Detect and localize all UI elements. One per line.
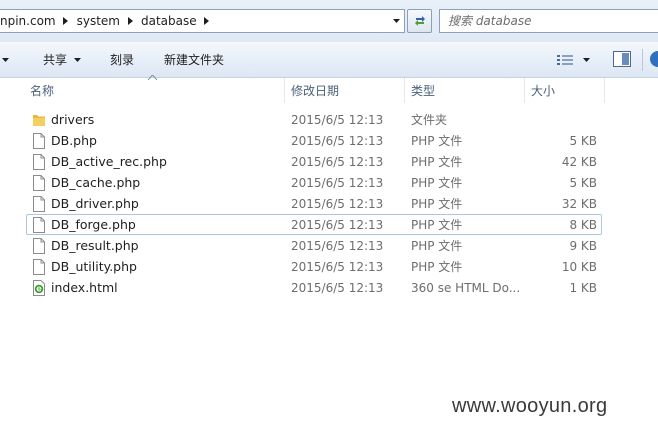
- new-folder-label: 新建文件夹: [164, 53, 225, 67]
- file-row-db-result[interactable]: DB_result.php 2015/6/5 12:13 PHP 文件 9 KB: [26, 235, 602, 256]
- file-size: 32 KB: [561, 196, 597, 211]
- watermark-text: www.wooyun.org: [452, 395, 608, 417]
- command-toolbar: 共享 刻录 新建文件夹: [0, 42, 658, 78]
- chevron-right-icon[interactable]: [123, 10, 137, 32]
- file-icon: [33, 133, 45, 149]
- breadcrumb-npin[interactable]: npin.com: [0, 10, 73, 32]
- column-header-date[interactable]: 修改日期: [291, 78, 339, 103]
- folder-icon: [33, 115, 45, 126]
- file-date: 2015/6/5 12:13: [291, 133, 384, 148]
- file-date: 2015/6/5 12:13: [291, 154, 384, 169]
- file-row-db[interactable]: DB.php 2015/6/5 12:13 PHP 文件 5 KB: [26, 130, 602, 151]
- file-type: 360 se HTML Do...: [411, 280, 521, 295]
- chevron-right-icon[interactable]: [200, 10, 214, 32]
- file-name: drivers: [51, 112, 95, 127]
- column-header-size[interactable]: 大小: [531, 78, 555, 103]
- sort-ascending-icon: [148, 75, 157, 80]
- file-icon: [33, 238, 45, 254]
- file-size: 42 KB: [561, 154, 597, 169]
- address-bar[interactable]: npin.com system database: [0, 9, 405, 33]
- file-date: 2015/6/5 12:13: [291, 238, 384, 253]
- file-row-index-html[interactable]: index.html 2015/6/5 12:13 360 se HTML Do…: [26, 277, 602, 298]
- file-date: 2015/6/5 12:13: [291, 280, 384, 295]
- column-header-name[interactable]: 名称: [30, 78, 54, 103]
- file-name: DB_forge.php: [51, 217, 136, 232]
- file-size: 9 KB: [569, 238, 597, 253]
- file-type: 文件夹: [411, 113, 448, 127]
- refresh-button[interactable]: [407, 9, 432, 33]
- column-divider[interactable]: [604, 78, 605, 103]
- file-icon: [33, 259, 45, 275]
- file-date: 2015/6/5 12:13: [291, 196, 384, 211]
- file-name: DB_active_rec.php: [51, 154, 167, 169]
- breadcrumb-label[interactable]: database: [137, 14, 200, 28]
- file-type: PHP 文件: [411, 239, 463, 253]
- file-date: 2015/6/5 12:13: [291, 217, 384, 232]
- file-icon: [33, 154, 45, 170]
- file-row-db-driver[interactable]: DB_driver.php 2015/6/5 12:13 PHP 文件 32 K…: [26, 193, 602, 214]
- file-type: PHP 文件: [411, 218, 463, 232]
- view-list-icon: [557, 54, 573, 65]
- change-view-button[interactable]: [557, 42, 590, 77]
- toolbar-divider: [642, 49, 643, 71]
- file-row-db-utility[interactable]: DB_utility.php 2015/6/5 12:13 PHP 文件 10 …: [26, 256, 602, 277]
- breadcrumb-database[interactable]: database: [137, 10, 214, 32]
- file-size: 8 KB: [569, 217, 597, 232]
- file-size: 5 KB: [569, 133, 597, 148]
- column-divider[interactable]: [524, 78, 525, 103]
- file-type: PHP 文件: [411, 134, 463, 148]
- share-label: 共享: [43, 53, 68, 67]
- chevron-down-icon: [583, 57, 590, 62]
- new-folder-button[interactable]: 新建文件夹: [164, 42, 224, 77]
- column-header-row: 名称 修改日期 类型 大小: [0, 75, 658, 103]
- chevron-right-icon[interactable]: [59, 10, 73, 32]
- refresh-icon: [414, 16, 425, 26]
- file-row-drivers[interactable]: drivers 2015/6/5 12:13 文件夹: [26, 109, 602, 130]
- file-row-db-active-rec[interactable]: DB_active_rec.php 2015/6/5 12:13 PHP 文件 …: [26, 151, 602, 172]
- help-icon[interactable]: [650, 51, 658, 67]
- file-name: DB_cache.php: [51, 175, 141, 190]
- column-header-type[interactable]: 类型: [411, 78, 435, 103]
- breadcrumb-system[interactable]: system: [73, 10, 137, 32]
- search-input[interactable]: [448, 14, 658, 28]
- file-name: DB_driver.php: [51, 196, 139, 211]
- file-icon: [33, 196, 45, 212]
- file-date: 2015/6/5 12:13: [291, 112, 384, 127]
- file-type: PHP 文件: [411, 197, 463, 211]
- file-size: 10 KB: [561, 259, 597, 274]
- html-file-icon: [33, 280, 45, 296]
- file-row-db-forge[interactable]: DB_forge.php 2015/6/5 12:13 PHP 文件 8 KB: [26, 214, 602, 235]
- search-box[interactable]: [439, 9, 658, 33]
- file-size: 5 KB: [569, 175, 597, 190]
- organize-dropdown-icon[interactable]: [2, 42, 9, 77]
- file-size: 1 KB: [569, 280, 597, 295]
- column-divider[interactable]: [284, 78, 285, 103]
- file-name: index.html: [51, 280, 118, 295]
- share-button[interactable]: 共享: [43, 42, 82, 77]
- preview-pane-button[interactable]: [613, 51, 631, 67]
- burn-button[interactable]: 刻录: [110, 42, 134, 77]
- file-date: 2015/6/5 12:13: [291, 259, 384, 274]
- file-name: DB_result.php: [51, 238, 139, 253]
- column-divider[interactable]: [404, 78, 405, 103]
- file-row-db-cache[interactable]: DB_cache.php 2015/6/5 12:13 PHP 文件 5 KB: [26, 172, 602, 193]
- burn-label: 刻录: [110, 53, 135, 67]
- file-icon: [33, 217, 45, 233]
- breadcrumb-label[interactable]: npin.com: [0, 14, 59, 28]
- address-dropdown-icon[interactable]: [388, 10, 404, 32]
- file-icon: [33, 175, 45, 191]
- file-name: DB.php: [51, 133, 97, 148]
- chevron-down-icon: [74, 57, 82, 62]
- file-type: PHP 文件: [411, 176, 463, 190]
- file-type: PHP 文件: [411, 260, 463, 274]
- file-date: 2015/6/5 12:13: [291, 175, 384, 190]
- file-name: DB_utility.php: [51, 259, 137, 274]
- address-bar-row: npin.com system database: [0, 0, 658, 42]
- file-type: PHP 文件: [411, 155, 463, 169]
- breadcrumb-label[interactable]: system: [73, 14, 123, 28]
